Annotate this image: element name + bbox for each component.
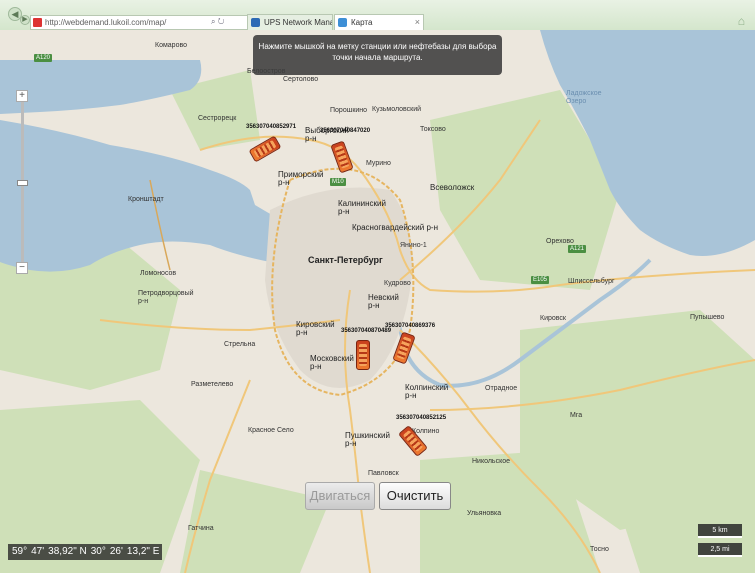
scale-km: 5 km xyxy=(698,524,742,538)
place-label: Сестрорецк xyxy=(198,115,237,122)
place-label: Янино-1 xyxy=(400,242,427,249)
tab-favicon-icon xyxy=(338,18,347,27)
place-label: Тосно xyxy=(590,546,609,553)
lon-deg: 30° xyxy=(90,546,106,557)
place-label: Московский р-н xyxy=(310,354,354,371)
place-label: Никольское xyxy=(472,458,511,465)
tab-ups[interactable]: UPS Network Management Ca... xyxy=(247,14,333,30)
marker-label: 356307040847020 xyxy=(320,128,371,134)
home-icon[interactable]: ⌂ xyxy=(738,14,745,28)
road-shield: A121 xyxy=(568,245,587,253)
place-label: Кудрово xyxy=(384,280,411,287)
tab-label: UPS Network Management Ca... xyxy=(264,18,332,27)
map-scale: 5 km 2,5 mi xyxy=(698,524,742,562)
zoom-out-icon[interactable]: − xyxy=(16,262,28,274)
marker-label: 356307040852125 xyxy=(396,415,447,421)
place-label: Невский р-н xyxy=(368,293,399,310)
place-label: Шлиссельбург xyxy=(568,278,615,285)
place-label: Красное Село xyxy=(248,427,294,434)
place-label: Ладожское Озеро xyxy=(566,90,602,105)
lat-min: 47' xyxy=(31,546,45,557)
road-shield: A120 xyxy=(34,54,53,62)
place-label: Кировск xyxy=(540,315,566,322)
place-label: Красногвардейский р-н xyxy=(352,223,438,232)
coordinate-readout: 59° 47' 38,92" N 30° 26' 13,2" E xyxy=(8,544,162,560)
place-label: Гатчина xyxy=(188,525,214,532)
zoom-slider[interactable] xyxy=(17,102,28,262)
place-label: Порошкино xyxy=(330,107,368,114)
forward-icon[interactable]: ▶ xyxy=(20,15,30,25)
place-label: Калининский р-н xyxy=(338,199,386,216)
lon-min: 26' xyxy=(109,546,123,557)
place-label: Всеволожск xyxy=(430,183,475,192)
place-label: Стрельна xyxy=(224,341,256,348)
place-label: Кировский р-н xyxy=(296,320,335,337)
place-label: Павловск xyxy=(368,470,399,477)
clear-button[interactable]: Очистить xyxy=(379,482,451,510)
road-shield: E105 xyxy=(531,276,550,284)
place-label: Отрадное xyxy=(485,385,518,392)
close-icon[interactable]: × xyxy=(415,15,420,30)
lat-deg: 59° xyxy=(12,546,28,557)
road-shield: M10 xyxy=(330,178,346,186)
place-label: Пушкинский р-н xyxy=(345,431,390,448)
place-label: Колпинский р-н xyxy=(405,383,449,400)
place-label: Ломоносов xyxy=(140,270,177,277)
marker-label: 356307040870489 xyxy=(341,328,392,334)
place-label: Приморский р-н xyxy=(278,170,324,187)
gulf-north xyxy=(0,60,202,114)
move-button[interactable]: Двигаться xyxy=(305,482,375,510)
place-label: Кузьмоловский xyxy=(372,106,422,113)
place-label: Комарово xyxy=(155,42,187,49)
fuel-truck-marker[interactable] xyxy=(356,340,370,370)
place-label: Санкт-Петербург xyxy=(308,255,383,265)
refresh-icon[interactable]: ↻ xyxy=(218,17,225,26)
lat-sec: 38,92" N xyxy=(48,546,87,557)
place-label: Ульяновка xyxy=(467,510,502,517)
zoom-in-icon[interactable]: + xyxy=(16,90,28,102)
address-text: http://webdemand.lukoil.com/map/ xyxy=(45,18,167,27)
zoom-thumb[interactable] xyxy=(17,180,28,186)
place-label: Пупышево xyxy=(690,314,725,321)
browser-window: ◀ ▶ http://webdemand.lukoil.com/map/ ⌕ ↻… xyxy=(0,0,755,573)
zoom-control[interactable]: + − xyxy=(16,90,30,274)
tab-favicon-icon xyxy=(251,18,260,27)
place-label: Мга xyxy=(570,412,583,419)
tab-map[interactable]: Карта × xyxy=(334,14,424,30)
search-icon[interactable]: ⌕ xyxy=(211,17,215,26)
marker-label: 356307040852971 xyxy=(246,124,297,130)
lon-sec: 13,2" E xyxy=(126,546,160,557)
map-instruction-tooltip: Нажмите мышкой на метку станции или нефт… xyxy=(253,35,502,75)
tab-label: Карта xyxy=(351,18,373,27)
site-favicon-icon xyxy=(33,18,42,27)
place-label: Токсово xyxy=(420,126,446,133)
browser-chrome: ◀ ▶ http://webdemand.lukoil.com/map/ ⌕ ↻… xyxy=(0,0,755,30)
map-canvas[interactable]: Комарово Белоостров Сертолово Порошкино … xyxy=(0,30,755,573)
place-label: Петродворцовый р-н xyxy=(138,290,194,305)
scale-mi: 2,5 mi xyxy=(698,543,742,557)
place-label: Кронштадт xyxy=(128,196,164,203)
address-tools: ⌕ ↻ xyxy=(211,15,224,28)
marker-label: 356307040869376 xyxy=(385,323,436,329)
place-label: Мурино xyxy=(366,160,391,167)
place-label: Разметелево xyxy=(191,381,234,388)
place-label: Сертолово xyxy=(283,76,319,83)
